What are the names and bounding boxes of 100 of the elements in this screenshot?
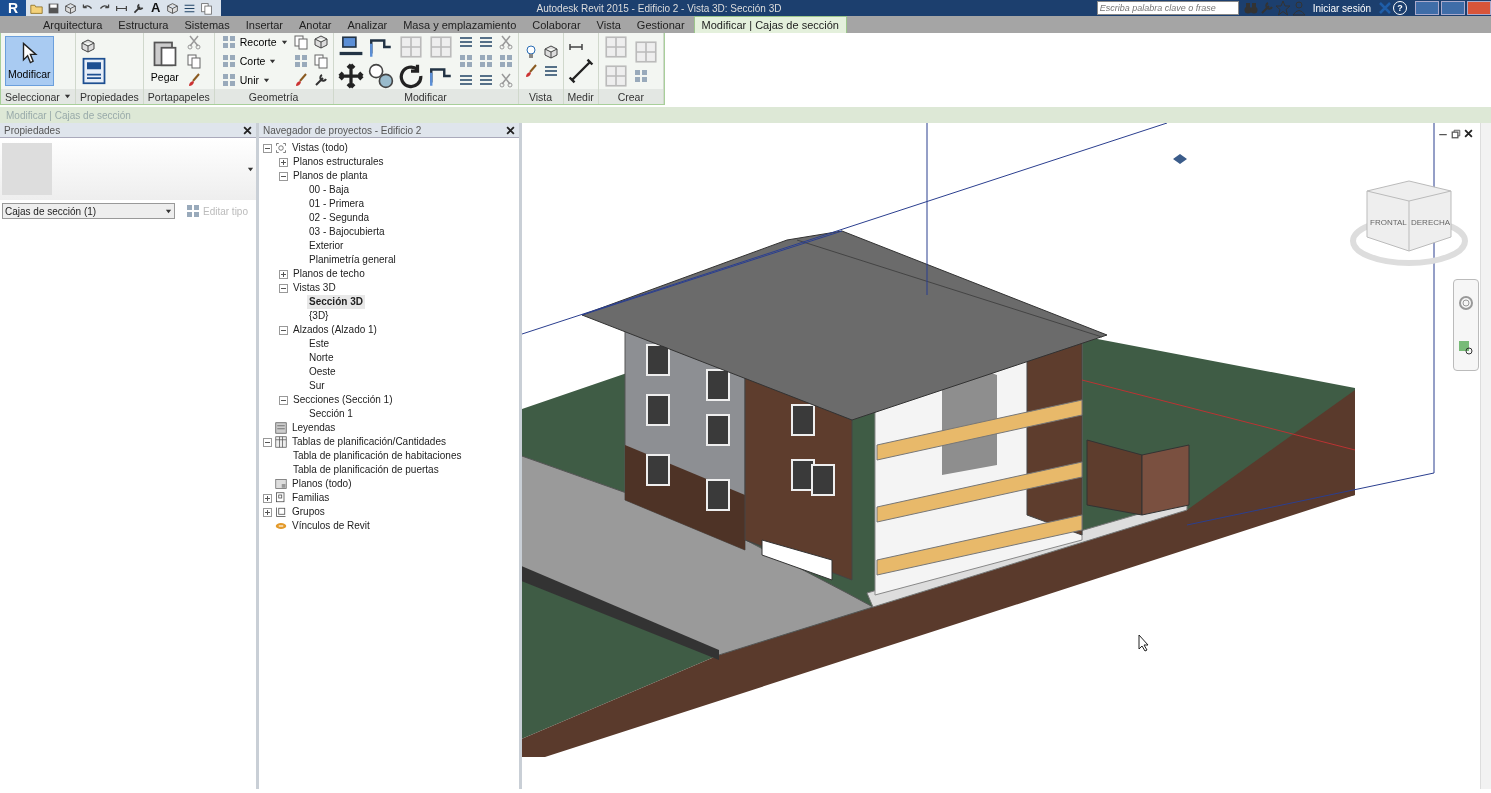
tree-item[interactable]: Planos de techo xyxy=(291,267,367,281)
table-icon[interactable] xyxy=(275,436,287,448)
save-icon[interactable] xyxy=(47,1,60,15)
sign-in-link[interactable]: Iniciar sesión xyxy=(1312,2,1371,14)
copy-icon[interactable] xyxy=(200,1,214,15)
viewfinder-icon[interactable] xyxy=(275,142,287,154)
caret-icon[interactable] xyxy=(247,165,254,173)
caret-icon[interactable] xyxy=(164,207,172,215)
ribbon-tab[interactable]: Sistemas xyxy=(177,17,237,33)
close-icon[interactable] xyxy=(1464,129,1473,138)
move-arrows-icon[interactable] xyxy=(337,62,364,89)
tree-item[interactable]: Vínculos de Revit xyxy=(290,519,372,533)
tree-item[interactable]: Planos estructurales xyxy=(291,155,386,169)
group-icon[interactable] xyxy=(275,506,287,518)
app-menu-button[interactable]: R xyxy=(0,0,26,16)
circles-icon[interactable] xyxy=(367,62,394,89)
ribbon-button[interactable]: Unir xyxy=(219,72,260,88)
caret-icon[interactable] xyxy=(63,93,71,100)
tree-item[interactable]: 03 - Bajocubierta xyxy=(307,225,387,239)
type-selector[interactable]: Cajas de sección (1) xyxy=(2,203,175,219)
tree-item[interactable]: Planos (todo) xyxy=(290,477,354,491)
tree-item[interactable]: Oeste xyxy=(307,365,338,379)
lines-icon[interactable] xyxy=(477,34,494,50)
close-icon[interactable] xyxy=(506,125,515,135)
lines-icon[interactable] xyxy=(457,72,474,88)
section-grip-icon[interactable] xyxy=(1173,154,1187,164)
zoom-icon[interactable] xyxy=(1458,339,1474,356)
ribbon-tab[interactable]: Masa y emplazamiento xyxy=(396,17,524,33)
sheet-icon[interactable] xyxy=(275,478,287,490)
tree-item[interactable]: Este xyxy=(307,337,331,351)
close-icon[interactable] xyxy=(243,125,252,135)
ribbon-button[interactable]: Modificar xyxy=(5,36,54,86)
tree-item[interactable]: Secciones (Sección 1) xyxy=(291,393,395,407)
restore-icon[interactable] xyxy=(1451,129,1461,139)
expand-toggle-icon[interactable] xyxy=(279,157,288,167)
cube-icon[interactable] xyxy=(312,34,329,50)
ribbon-tab[interactable]: Estructura xyxy=(111,17,176,33)
scissors-icon[interactable] xyxy=(497,34,514,50)
scissors-icon[interactable] xyxy=(497,72,514,88)
lines-icon[interactable] xyxy=(457,34,474,50)
tree-item[interactable]: Grupos xyxy=(290,505,327,519)
ribbon-tab[interactable]: Analizar xyxy=(340,17,395,33)
expand-toggle-icon[interactable] xyxy=(279,269,288,279)
cube-icon[interactable] xyxy=(542,43,559,60)
tree-item[interactable]: Sección 1 xyxy=(307,407,355,421)
tree-item[interactable]: 01 - Primera xyxy=(307,197,366,211)
ribbon-tab[interactable]: Arquitectura xyxy=(36,17,110,33)
dimension-line-icon[interactable] xyxy=(567,57,594,84)
family-icon[interactable] xyxy=(275,492,287,504)
caret-icon[interactable] xyxy=(280,38,288,46)
scissors-icon[interactable] xyxy=(185,34,202,50)
tree-item[interactable]: 00 - Baja xyxy=(307,183,352,197)
star-icon[interactable] xyxy=(1274,0,1291,16)
lines-icon[interactable] xyxy=(477,72,494,88)
collapse-toggle-icon[interactable] xyxy=(279,325,288,335)
ribbon-tab[interactable]: Vista xyxy=(589,17,628,33)
tree-item[interactable]: Alzados (Alzado 1) xyxy=(291,323,379,337)
tree-item[interactable]: Tabla de planificación de puertas xyxy=(291,463,441,477)
ribbon-tab[interactable]: Insertar xyxy=(238,17,290,33)
wrench-icon[interactable] xyxy=(132,1,145,15)
ribbon-button[interactable]: Recorte xyxy=(219,34,278,50)
tree-item[interactable]: Vistas 3D xyxy=(291,281,338,295)
collapse-toggle-icon[interactable] xyxy=(279,171,288,181)
rotate-icon[interactable] xyxy=(397,62,424,89)
expand-toggle-icon[interactable] xyxy=(263,493,272,503)
caret-icon[interactable] xyxy=(263,76,270,84)
tree-item[interactable]: Vistas (todo) xyxy=(290,141,350,155)
tree-item[interactable]: Tablas de planificación/Cantidades xyxy=(290,435,448,449)
ribbon-tab[interactable]: Gestionar xyxy=(629,17,692,33)
tree-item[interactable]: Planimetría general xyxy=(307,253,398,267)
tree-item[interactable]: Exterior xyxy=(307,239,346,253)
tree-item[interactable]: Leyendas xyxy=(290,421,338,435)
cube-icon[interactable] xyxy=(79,37,96,54)
tree-item[interactable]: Planos de planta xyxy=(291,169,370,183)
view-cube-label[interactable]: DERECHA xyxy=(1411,218,1451,227)
ribbon-tab[interactable]: Colaborar xyxy=(525,17,588,33)
cube-icon[interactable] xyxy=(64,1,77,15)
tree-item[interactable]: 02 - Segunda xyxy=(307,211,372,225)
tree-item[interactable]: Norte xyxy=(307,351,336,365)
ribbon-button[interactable]: Corte xyxy=(219,53,267,69)
tree-item[interactable]: Familias xyxy=(290,491,332,505)
collapse-toggle-icon[interactable] xyxy=(263,437,272,447)
collapse-toggle-icon[interactable] xyxy=(263,143,272,153)
caret-icon[interactable] xyxy=(269,57,277,65)
copy-icon[interactable] xyxy=(185,53,202,69)
ribbon-tab[interactable]: Modificar | Cajas de sección xyxy=(693,16,847,33)
tree-item[interactable]: {3D} xyxy=(307,309,331,323)
collapse-toggle-icon[interactable] xyxy=(279,395,288,405)
text-tool-button[interactable]: A xyxy=(149,1,163,15)
view-cube-label[interactable]: FRONTAL xyxy=(1370,218,1407,227)
expand-toggle-icon[interactable] xyxy=(263,507,272,517)
search-field[interactable]: Escriba palabra clave o frase xyxy=(1096,1,1239,15)
cube-icon[interactable] xyxy=(166,1,180,15)
collapse-toggle-icon[interactable] xyxy=(279,283,288,293)
tree-item[interactable]: Sección 3D xyxy=(307,295,365,309)
steering-wheel-icon[interactable] xyxy=(1458,294,1474,311)
scrollbar[interactable] xyxy=(1480,123,1491,789)
ribbon-tab[interactable]: Anotar xyxy=(292,17,339,33)
tree-item[interactable]: Tabla de planificación de habitaciones xyxy=(291,449,464,463)
ribbon-button[interactable]: Pegar xyxy=(147,36,182,86)
